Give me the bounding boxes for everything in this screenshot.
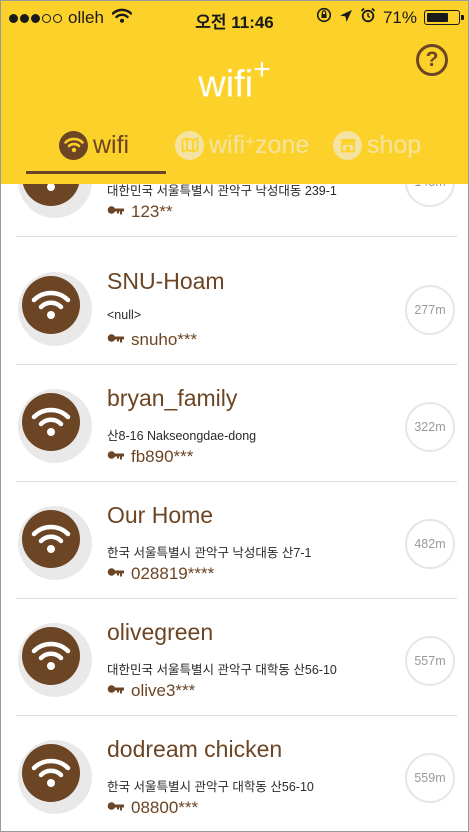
key-icon — [107, 798, 125, 818]
network-name: Our Home — [107, 502, 214, 528]
list-item[interactable]: olivegreen 대한민국 서울특별시 관악구 대학동 산56-10 oli… — [1, 599, 468, 716]
distance-badge: 482m — [405, 519, 455, 569]
network-address: 대한민국 서울특별시 관악구 대학동 산56-10 — [107, 663, 337, 677]
battery-percent: 71% — [382, 7, 417, 27]
key-icon — [107, 681, 125, 701]
key-icon — [107, 447, 125, 467]
tab-label: wifi — [209, 130, 246, 159]
key-icon — [107, 330, 125, 350]
battery-icon — [424, 10, 464, 25]
help-button[interactable]: ? — [416, 44, 448, 76]
list-item[interactable]: bryan_family 산8-16 Nakseongdae-dong fb89… — [1, 365, 468, 482]
app-screen: 대한민국 서울특별시 관악구 낙성대동 239-1 123** 143m SNU… — [0, 0, 469, 832]
alarm-icon — [360, 7, 376, 28]
network-password: olive3*** — [107, 681, 195, 701]
password-text: snuho*** — [131, 330, 198, 349]
list-item[interactable]: Our Home 한국 서울특별시 관악구 낙성대동 산7-1 028819**… — [1, 482, 468, 599]
network-password: 08800*** — [107, 798, 198, 818]
password-text: 123** — [131, 202, 173, 221]
network-name: SNU-Hoam — [107, 268, 225, 294]
tab-label: shop — [367, 130, 422, 159]
network-address: 산8-16 Nakseongdae-dong — [107, 429, 257, 443]
password-text: 08800*** — [131, 798, 199, 817]
password-text: olive3*** — [131, 681, 196, 700]
wifi-icon — [59, 130, 88, 160]
tab-wifi-zone[interactable]: wifi + zone — [175, 125, 309, 165]
list-item[interactable]: dodream chicken 한국 서울특별시 관악구 대학동 산56-10 … — [1, 716, 468, 831]
wifi-icon — [18, 389, 92, 463]
network-address: <null> — [107, 308, 142, 322]
distance-badge: 277m — [405, 285, 455, 335]
rotation-lock-icon — [316, 7, 332, 28]
active-tab-indicator — [26, 171, 166, 174]
network-name: dodream chicken — [107, 736, 283, 762]
password-text: 028819**** — [131, 564, 215, 583]
distance-badge: 557m — [405, 636, 455, 686]
distance-badge: 322m — [405, 402, 455, 452]
status-bar: olleh 오전 11:46 71% — [1, 1, 468, 35]
tab-wifi[interactable]: wifi — [59, 125, 129, 165]
network-address: 한국 서울특별시 관악구 낙성대동 산7-1 — [107, 546, 312, 560]
wifi-icon — [18, 740, 92, 814]
distance-badge: 559m — [405, 753, 455, 803]
wifi-icon — [18, 506, 92, 580]
wifi-icon — [18, 272, 92, 346]
tab-shop[interactable]: shop — [333, 125, 421, 165]
wifi-icon — [18, 623, 92, 697]
wifi-list[interactable]: 대한민국 서울특별시 관악구 낙성대동 239-1 123** 143m SNU… — [1, 144, 468, 831]
password-text: fb890*** — [131, 447, 194, 466]
key-icon — [107, 564, 125, 584]
network-password: fb890*** — [107, 447, 193, 467]
app-header: olleh 오전 11:46 71% wifi+ ? wifi wifi + z… — [1, 1, 468, 184]
tab-bar: wifi wifi + zone shop — [1, 125, 468, 171]
location-icon — [339, 8, 353, 28]
network-password: 123** — [107, 202, 173, 222]
list-item[interactable]: SNU-Hoam <null> snuho*** 277m — [1, 248, 468, 365]
divider — [16, 236, 457, 237]
app-logo: wifi+ — [198, 53, 271, 106]
tab-label: wifi — [93, 130, 130, 159]
network-name: bryan_family — [107, 385, 238, 411]
network-name: olivegreen — [107, 619, 214, 645]
shop-icon — [333, 130, 362, 160]
network-password: 028819**** — [107, 564, 214, 584]
map-icon — [175, 130, 204, 160]
key-icon — [107, 202, 125, 222]
network-address: 한국 서울특별시 관악구 대학동 산56-10 — [107, 780, 314, 794]
network-password: snuho*** — [107, 330, 197, 350]
